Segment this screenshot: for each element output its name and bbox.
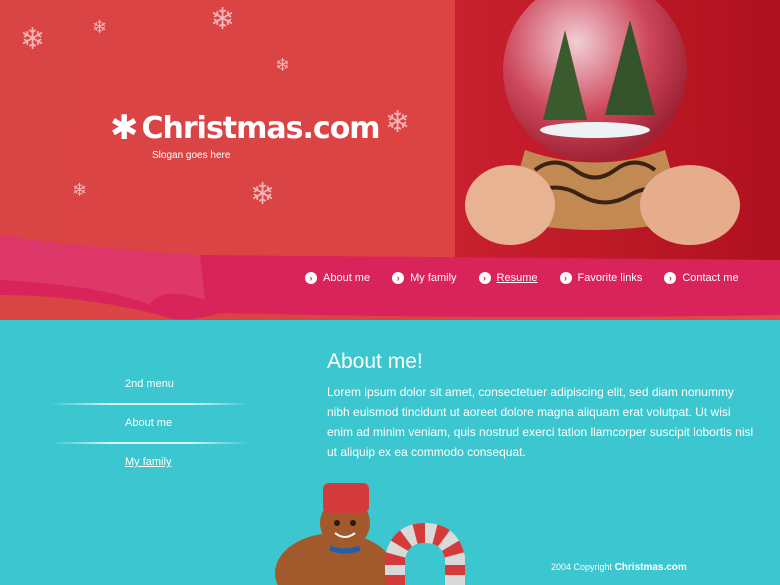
- nav-resume[interactable]: › Resume: [478, 272, 538, 284]
- nav-favorite-links[interactable]: › Favorite links: [559, 272, 642, 284]
- footer-site-link[interactable]: Christmas.com: [615, 562, 687, 573]
- snowflake-icon: ❄: [210, 3, 236, 36]
- asterisk-logo-icon: ✱: [110, 108, 138, 148]
- snowflake-icon: ❄: [92, 17, 108, 37]
- sidebar-divider: [50, 396, 250, 411]
- sidebar-menu: 2nd menu About me My family: [50, 372, 250, 474]
- main-content: About me! Lorem ipsum dolor sit amet, co…: [327, 350, 757, 462]
- sidebar-item-my-family[interactable]: My family: [50, 450, 250, 474]
- arrow-right-icon: ›: [478, 272, 491, 284]
- arrow-right-icon: ›: [559, 272, 572, 284]
- sidebar-item-about-me[interactable]: About me: [50, 411, 250, 435]
- arrow-right-icon: ›: [392, 272, 405, 284]
- snowflake-icon: ❄: [250, 178, 276, 211]
- snowflake-icon: ❄: [275, 55, 291, 75]
- gingerbread-candy-image: [275, 483, 465, 585]
- snow-globe-image: [455, 0, 780, 260]
- main-nav: › About me › My family › Resume › Favori…: [305, 272, 739, 284]
- site-logo[interactable]: ✱ Christmas.com Slogan goes here: [110, 108, 381, 161]
- arrow-right-icon: ›: [664, 272, 677, 284]
- header-banner: ❄ ❄ ❄ ❄ ❄ ❄ ❄ ✱ Christmas.com Slogan goe…: [0, 0, 780, 320]
- brand-slogan: Slogan goes here: [152, 150, 231, 161]
- sidebar-item-2nd-menu[interactable]: 2nd menu: [50, 372, 250, 396]
- brand-name: Christmas.com: [141, 110, 381, 146]
- footer-copyright: 2004 Copyright: [551, 562, 613, 572]
- body-text: Lorem ipsum dolor sit amet, consectetuer…: [327, 385, 754, 459]
- nav-my-family[interactable]: › My family: [392, 272, 457, 284]
- sidebar-divider: [50, 435, 250, 450]
- snowflake-icon: ❄: [385, 106, 411, 139]
- page-title: About me!: [327, 350, 423, 373]
- nav-about-me[interactable]: › About me: [305, 272, 370, 284]
- arrow-right-icon: ›: [305, 272, 317, 284]
- footer: 2004 Copyright Christmas.com: [551, 562, 687, 573]
- snowflake-icon: ❄: [72, 180, 88, 200]
- snowflake-icon: ❄: [20, 23, 46, 56]
- nav-contact-me[interactable]: › Contact me: [664, 272, 739, 284]
